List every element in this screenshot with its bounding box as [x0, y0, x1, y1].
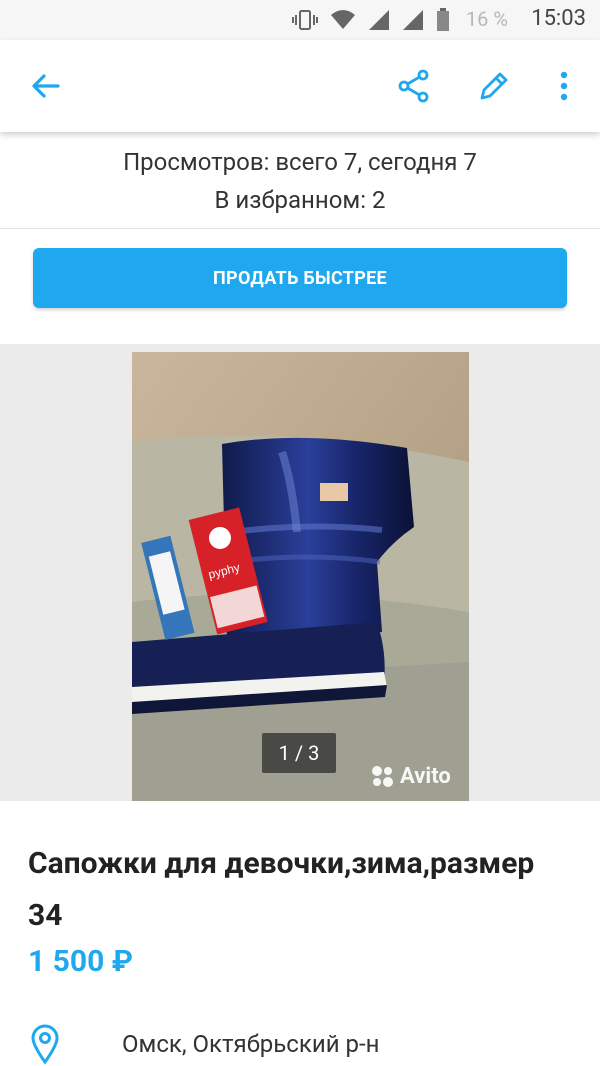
more-button[interactable] [540, 62, 588, 110]
listing-location[interactable]: Омск, Октябрьский р-н [30, 1022, 590, 1066]
avito-watermark-text: Avito [400, 763, 451, 789]
pencil-icon [480, 72, 508, 100]
listing-title: Сапожки для девочки,зима,размер 34 [28, 846, 535, 933]
sell-faster-button[interactable]: ПРОДАТЬ БЫСТРЕЕ [33, 248, 567, 308]
status-bar: 16 % 15:03 [0, 0, 600, 40]
share-button[interactable] [390, 62, 438, 110]
favorites-count: В избранном: 2 [214, 186, 386, 214]
signal-icon [403, 10, 423, 30]
wifi-icon [331, 10, 355, 29]
battery-percentage: 16 % [465, 7, 508, 31]
avito-watermark: Avito [370, 763, 451, 789]
battery-icon [437, 8, 449, 31]
more-vertical-icon [560, 71, 568, 101]
arrow-left-icon [32, 74, 60, 98]
back-button[interactable] [22, 62, 70, 110]
listing-stats: Просмотров: всего 7, сегодня 7 В избранн… [0, 134, 600, 229]
share-icon [398, 69, 429, 103]
location-pin-icon [31, 1024, 59, 1064]
status-icons [292, 8, 450, 32]
listing-price: 1 500 ₽ [28, 944, 133, 979]
avito-logo-icon [372, 766, 393, 787]
app-bar [0, 40, 600, 132]
photo-gallery[interactable]: pyphy 1 / 3 Avito [0, 344, 600, 801]
edit-button[interactable] [470, 62, 518, 110]
vibrate-icon [292, 10, 318, 30]
photo-counter: 1 / 3 [262, 733, 336, 773]
location-text: Омск, Октябрьский р-н [122, 1030, 380, 1058]
clock: 15:03 [531, 6, 586, 31]
signal-icon [369, 10, 389, 30]
views-count: Просмотров: всего 7, сегодня 7 [123, 148, 477, 176]
